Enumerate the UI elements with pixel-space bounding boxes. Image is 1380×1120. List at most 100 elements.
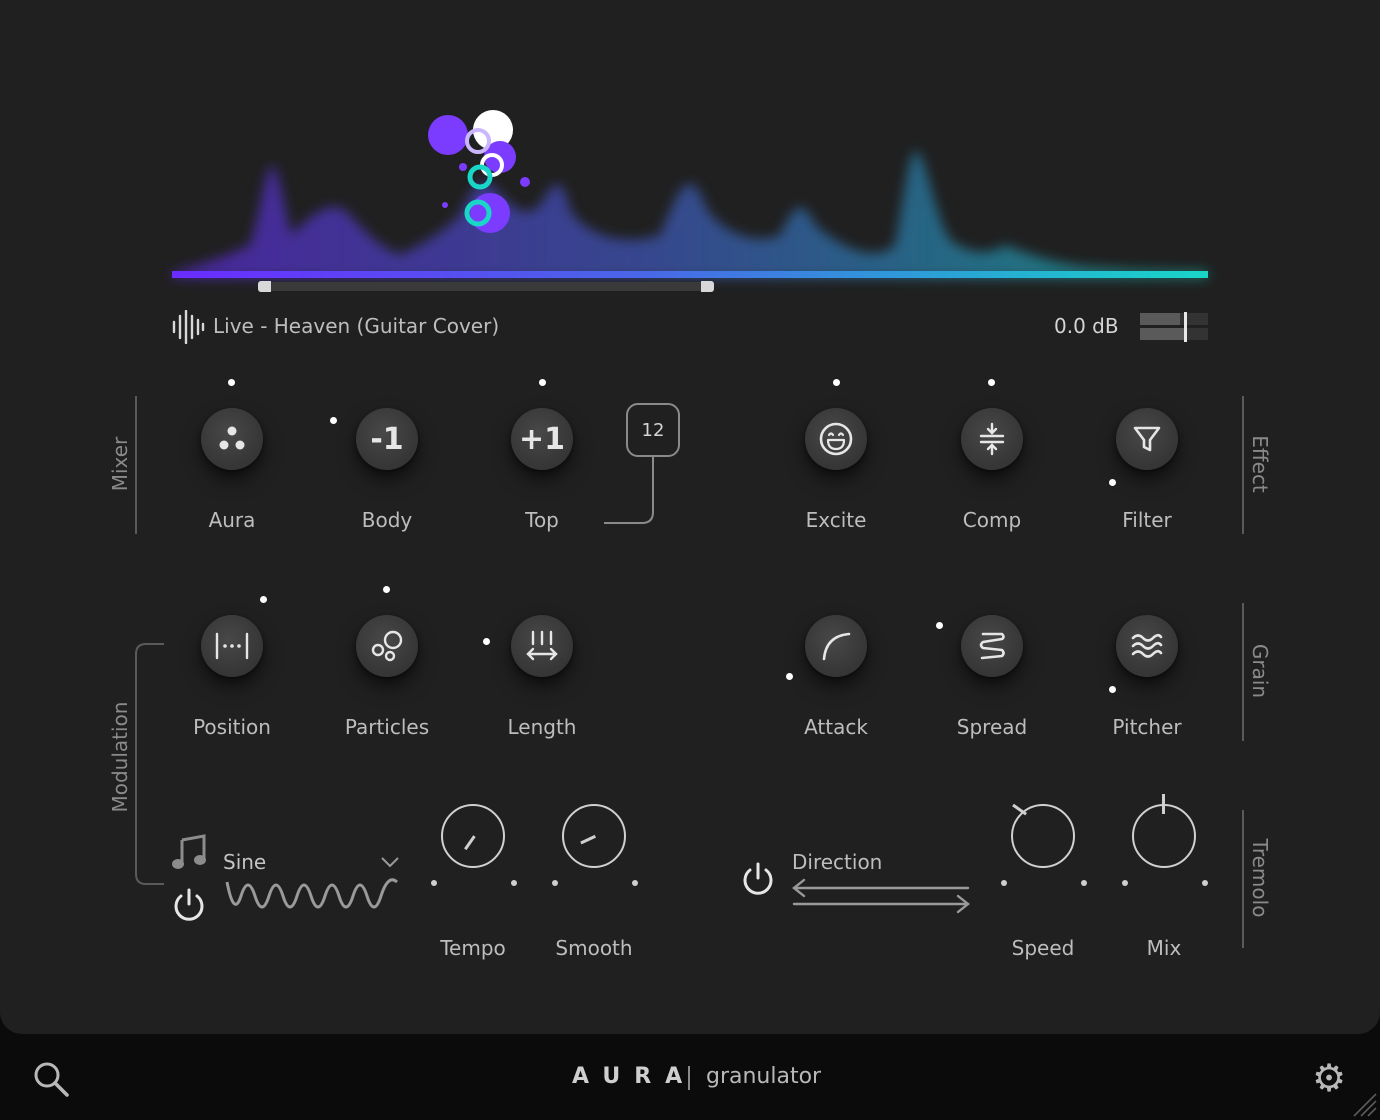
- top-value-dot: [539, 379, 546, 386]
- attack-label: Attack: [804, 715, 868, 739]
- position-label: Position: [193, 715, 271, 739]
- tremolo-power-icon[interactable]: [739, 860, 777, 898]
- top-label: Top: [525, 508, 559, 532]
- mix-min-dot: [1122, 880, 1128, 886]
- smooth-min-dot: [552, 880, 558, 886]
- section-mixer-label: Mixer: [108, 436, 132, 492]
- filter-label: Filter: [1122, 508, 1172, 532]
- output-meter[interactable]: [1140, 312, 1208, 342]
- section-modulation-label: Modulation: [108, 701, 132, 813]
- speed-min-dot: [1001, 880, 1007, 886]
- filter-value-dot: [1109, 479, 1116, 486]
- waveform-icon: [172, 310, 205, 344]
- lfo-shape-select[interactable]: Sine: [223, 850, 266, 874]
- search-icon[interactable]: [32, 1060, 70, 1098]
- length-value-dot: [483, 638, 490, 645]
- position-knob[interactable]: [201, 615, 263, 677]
- footer-bar: AURA granulator ⚙: [0, 1034, 1380, 1120]
- pitcher-label: Pitcher: [1112, 715, 1182, 739]
- semitone-connector: [604, 457, 654, 524]
- tempo-knob[interactable]: [441, 804, 505, 868]
- length-knob[interactable]: [511, 615, 573, 677]
- comp-value-dot: [988, 379, 995, 386]
- track-name[interactable]: Live - Heaven (Guitar Cover): [213, 314, 499, 338]
- modulation-power-icon[interactable]: [170, 886, 208, 924]
- spread-value-dot: [936, 622, 943, 629]
- waveform-display[interactable]: [160, 95, 1220, 295]
- excite-label: Excite: [805, 508, 867, 532]
- tempo-max-dot: [511, 880, 517, 886]
- music-note-icon[interactable]: [170, 834, 208, 872]
- attack-value-dot: [786, 673, 793, 680]
- brand-separator: [688, 1066, 690, 1090]
- section-tremolo-label: Tremolo: [1248, 838, 1272, 918]
- funnel-icon: [1133, 426, 1161, 452]
- waves-icon: [1131, 633, 1163, 658]
- speed-max-dot: [1081, 880, 1087, 886]
- body-label: Body: [361, 508, 413, 532]
- aura-knob[interactable]: [201, 408, 263, 470]
- body-value-dot: [330, 417, 337, 424]
- compress-icon: [979, 422, 1005, 456]
- length-arrows-icon: [526, 630, 558, 661]
- mix-knob[interactable]: [1132, 794, 1196, 868]
- excite-knob[interactable]: [805, 408, 867, 470]
- brand-name: AURA: [572, 1064, 697, 1089]
- aura-value-dot: [228, 379, 235, 386]
- pitcher-value-dot: [1109, 686, 1116, 693]
- comp-label: Comp: [962, 508, 1022, 532]
- particles-label: Particles: [344, 715, 430, 739]
- tempo-label: Tempo: [440, 936, 506, 960]
- section-grain-label: Grain: [1248, 643, 1272, 699]
- grain-divider: [1242, 603, 1244, 741]
- smiley-icon: [819, 422, 853, 456]
- direction-arrows-icon[interactable]: [790, 878, 972, 914]
- bracket-range-icon: [215, 632, 249, 660]
- waveform-baseline: [172, 271, 1208, 278]
- direction-label: Direction: [792, 850, 883, 874]
- speed-label: Speed: [1011, 936, 1075, 960]
- comp-knob[interactable]: [961, 408, 1023, 470]
- tremolo-divider: [1242, 810, 1244, 948]
- aura-label: Aura: [208, 508, 256, 532]
- effect-divider: [1242, 396, 1244, 534]
- section-effect-label: Effect: [1248, 435, 1272, 493]
- range-start-handle[interactable]: [258, 281, 271, 292]
- particles-value-dot: [383, 586, 390, 593]
- particles-knob[interactable]: [356, 615, 418, 677]
- mixer-divider: [135, 396, 137, 534]
- sine-wave-icon: [225, 878, 398, 909]
- smooth-knob[interactable]: [562, 804, 626, 868]
- attack-knob[interactable]: [805, 615, 867, 677]
- gear-icon[interactable]: ⚙: [1310, 1059, 1348, 1097]
- waveform-glow: [172, 151, 1208, 278]
- semitone-box[interactable]: 12: [626, 403, 680, 457]
- range-end-handle[interactable]: [701, 281, 714, 292]
- spring-icon: [979, 632, 1005, 660]
- smooth-label: Smooth: [555, 936, 633, 960]
- product-name: granulator: [706, 1064, 822, 1089]
- top-knob[interactable]: +1: [511, 408, 573, 470]
- excite-value-dot: [833, 379, 840, 386]
- spread-knob[interactable]: [961, 615, 1023, 677]
- range-bar[interactable]: [258, 282, 714, 291]
- length-label: Length: [507, 715, 577, 739]
- resize-handle-icon[interactable]: [1352, 1092, 1378, 1118]
- three-dots-icon: [219, 426, 245, 450]
- modulation-bracket: [135, 643, 164, 885]
- spread-label: Spread: [956, 715, 1028, 739]
- chevron-down-icon[interactable]: [380, 855, 400, 869]
- output-level-readout: 0.0 dB: [1054, 314, 1119, 338]
- body-knob[interactable]: -1: [356, 408, 418, 470]
- speed-knob[interactable]: [1011, 803, 1075, 868]
- mix-label: Mix: [1146, 936, 1182, 960]
- tempo-min-dot: [431, 880, 437, 886]
- top-value: +1: [518, 421, 565, 457]
- position-value-dot: [260, 596, 267, 603]
- curve-icon: [822, 632, 851, 661]
- mix-max-dot: [1202, 880, 1208, 886]
- plugin-panel: Live - Heaven (Guitar Cover) 0.0 dB Mixe…: [0, 0, 1380, 1034]
- pitcher-knob[interactable]: [1116, 615, 1178, 677]
- filter-knob[interactable]: [1116, 408, 1178, 470]
- body-value: -1: [370, 421, 404, 457]
